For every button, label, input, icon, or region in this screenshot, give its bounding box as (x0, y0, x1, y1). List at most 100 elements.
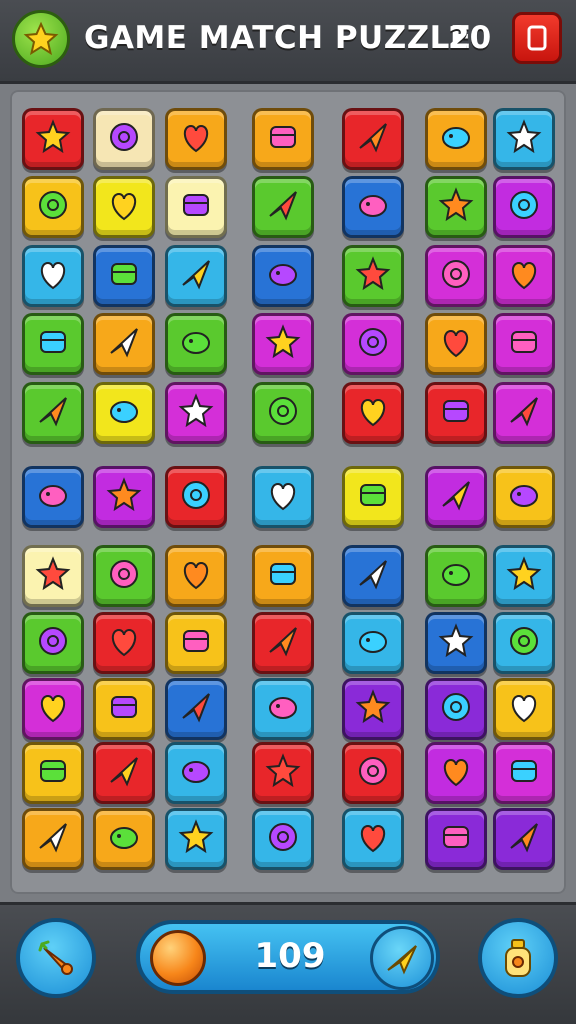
bird-icon (264, 255, 302, 297)
tile[interactable] (22, 313, 84, 375)
red-heart-icon (437, 622, 475, 664)
tile[interactable] (493, 245, 555, 307)
tile[interactable] (165, 108, 227, 170)
tile[interactable] (342, 176, 404, 238)
tile[interactable] (93, 612, 155, 674)
green-crystal-icon (437, 323, 475, 365)
bandage-icon (177, 622, 215, 664)
tile[interactable] (425, 176, 487, 238)
tile[interactable] (493, 382, 555, 444)
tile[interactable] (425, 245, 487, 307)
tile[interactable] (22, 245, 84, 307)
tile[interactable] (93, 313, 155, 375)
yellow-pencil-icon (437, 818, 475, 860)
fox-head-icon (437, 118, 475, 160)
tile[interactable] (342, 382, 404, 444)
tile[interactable] (252, 808, 314, 870)
tile[interactable] (425, 742, 487, 804)
tile[interactable] (93, 176, 155, 238)
paint-brush-icon (505, 118, 543, 160)
tile[interactable] (425, 808, 487, 870)
tile[interactable] (342, 742, 404, 804)
tile[interactable] (93, 545, 155, 607)
coin-counter: 109 (254, 936, 326, 976)
send-button[interactable] (370, 926, 434, 990)
tile[interactable] (252, 108, 314, 170)
tile[interactable] (493, 808, 555, 870)
tile[interactable] (425, 382, 487, 444)
tile[interactable] (425, 108, 487, 170)
tile[interactable] (342, 545, 404, 607)
green-pin-icon (505, 818, 543, 860)
tile[interactable] (22, 678, 84, 740)
tile[interactable] (493, 176, 555, 238)
tile[interactable] (93, 382, 155, 444)
tile[interactable] (93, 808, 155, 870)
tile[interactable] (342, 245, 404, 307)
tile[interactable] (22, 466, 84, 528)
tile[interactable] (493, 612, 555, 674)
tile[interactable] (425, 678, 487, 740)
orange-knot-icon (505, 392, 543, 434)
tile[interactable] (93, 742, 155, 804)
tile[interactable] (165, 382, 227, 444)
tile[interactable] (342, 108, 404, 170)
orange-orb-icon (150, 930, 206, 986)
tile[interactable] (165, 545, 227, 607)
tile[interactable] (252, 545, 314, 607)
tile[interactable] (252, 612, 314, 674)
tile[interactable] (93, 466, 155, 528)
tile[interactable] (252, 678, 314, 740)
tile[interactable] (22, 742, 84, 804)
tile[interactable] (342, 678, 404, 740)
tile[interactable] (165, 245, 227, 307)
carrot-button[interactable] (16, 918, 96, 998)
tile[interactable] (22, 382, 84, 444)
tile[interactable] (425, 313, 487, 375)
tile[interactable] (252, 382, 314, 444)
tile[interactable] (252, 245, 314, 307)
tile[interactable] (22, 176, 84, 238)
tile[interactable] (252, 466, 314, 528)
tile[interactable] (93, 678, 155, 740)
tile[interactable] (342, 808, 404, 870)
tile[interactable] (252, 742, 314, 804)
tile[interactable] (165, 313, 227, 375)
tile[interactable] (22, 545, 84, 607)
tile[interactable] (493, 108, 555, 170)
tile[interactable] (342, 313, 404, 375)
tile[interactable] (93, 245, 155, 307)
tile[interactable] (493, 545, 555, 607)
potion-button[interactable] (478, 918, 558, 998)
tile[interactable] (493, 742, 555, 804)
tile[interactable] (165, 466, 227, 528)
tile[interactable] (22, 808, 84, 870)
white-star-icon (177, 186, 215, 228)
tile[interactable] (425, 612, 487, 674)
red-ribbon-icon (177, 752, 215, 794)
tile[interactable] (252, 313, 314, 375)
tile[interactable] (425, 545, 487, 607)
tile[interactable] (165, 742, 227, 804)
tile[interactable] (22, 612, 84, 674)
star-fold-icon (264, 752, 302, 794)
orange-boot-icon (437, 555, 475, 597)
tile[interactable] (342, 612, 404, 674)
tile[interactable] (165, 808, 227, 870)
tile[interactable] (165, 612, 227, 674)
yellow-bird-icon (354, 323, 392, 365)
cloud-icon (34, 255, 72, 297)
tile[interactable] (493, 466, 555, 528)
tile[interactable] (93, 108, 155, 170)
tile[interactable] (493, 313, 555, 375)
green-bone-icon (354, 476, 392, 518)
tile[interactable] (342, 466, 404, 528)
white-flag-icon (354, 555, 392, 597)
tile[interactable] (22, 108, 84, 170)
potion-bottle-icon (505, 939, 531, 977)
tile[interactable] (425, 466, 487, 528)
tile[interactable] (493, 678, 555, 740)
tile[interactable] (165, 176, 227, 238)
tile[interactable] (252, 176, 314, 238)
tile[interactable] (165, 678, 227, 740)
